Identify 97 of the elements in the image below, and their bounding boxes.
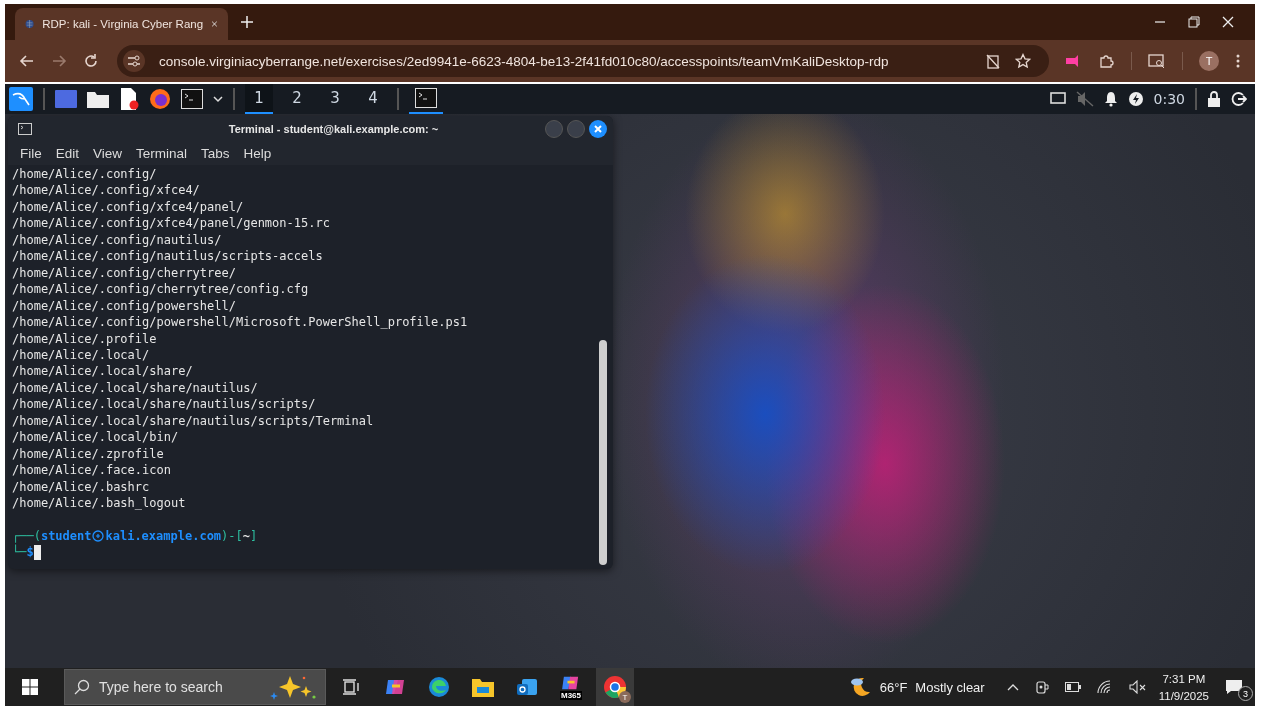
mail-app-icon: [516, 676, 538, 698]
profile-avatar[interactable]: T: [1199, 51, 1219, 71]
reload-icon[interactable]: [83, 53, 99, 69]
site-settings-icon[interactable]: [123, 50, 145, 72]
menu-item[interactable]: Tabs: [201, 146, 230, 161]
temperature-text: 66°F: [879, 679, 908, 695]
menu-item[interactable]: Terminal: [136, 146, 188, 161]
search-tab-icon[interactable]: [1148, 53, 1166, 69]
output-line: /home/Alice/.bashrc: [12, 478, 151, 496]
prompt-line: ┌──(: [12, 527, 41, 544]
menu-item[interactable]: File: [20, 146, 42, 161]
terminal-icon: [18, 123, 32, 135]
document-icon[interactable]: [119, 88, 139, 110]
output-line: /home/Alice/.config/: [12, 166, 158, 183]
url-text: console.virginiacyberrange.net/exercises/2ed9941e-6623-4804-be13-2f41fd010c80/accesspoints/teamVmKaliDesktop-rdp: [159, 53, 889, 69]
address-bar[interactable]: console.virginiacyberrange.net/exercises/2ed9941e-6623-4804-be13-2f41fd010c80/accesspoints/teamVmKaliDesktop-rdp: [117, 45, 1049, 77]
output-line: /home/Alice/.local/share/nautilus/scripts/: [12, 396, 317, 413]
new-tab-icon[interactable]: [240, 15, 254, 29]
app-label: M365: [560, 690, 582, 700]
output-line: /home/Alice/.config/nautilus/scripts-accels: [12, 248, 324, 265]
task-view-icon: [342, 679, 360, 695]
prompt-host: kali.example.com: [105, 527, 222, 544]
output-line: /home/Alice/.face.icon: [12, 462, 172, 479]
clock-date[interactable]: 11/9/2025: [1158, 687, 1209, 704]
close-icon[interactable]: [1221, 15, 1235, 29]
kali-menu-icon[interactable]: [9, 87, 33, 111]
output-line: /home/Alice/.local/share/: [12, 363, 194, 380]
forward-icon[interactable]: [51, 53, 67, 69]
puzzle-icon[interactable]: [1099, 53, 1115, 69]
prompt-bracket: ]: [250, 527, 258, 544]
window-title: Terminal - student@kali.example.com: ~: [227, 123, 440, 135]
folder-icon: [472, 677, 494, 697]
profile-avatar: T: [619, 691, 631, 703]
workspace-button[interactable]: 4: [359, 84, 387, 114]
notification-button[interactable]: 3: [1225, 673, 1251, 701]
restore-icon[interactable]: [1187, 15, 1201, 29]
menu-item[interactable]: View: [93, 146, 123, 161]
scrollbar-thumb[interactable]: [599, 340, 607, 565]
tab-title: RDP: kali - Virginia Cyber Rang: [42, 18, 204, 30]
workspace-button[interactable]: 2: [283, 84, 311, 114]
output-line: /home/Alice/.config/xfce4/panel/: [12, 198, 245, 216]
bell-icon[interactable]: [1103, 91, 1118, 107]
text-cursor: [33, 544, 41, 560]
output-line: /home/Alice/.local/share/nautilus/: [12, 379, 259, 397]
output-line: /home/Alice/.bash_logout: [12, 495, 187, 512]
output-line: /home/Alice/.config/xfce4/: [12, 182, 201, 199]
output-line: /home/Alice/.config/powershell/Microsoft.PowerShell_profile.ps1: [12, 314, 469, 331]
clipboard-off-icon[interactable]: [985, 53, 1001, 69]
star-icon[interactable]: [1015, 53, 1031, 69]
terminal-icon[interactable]: [181, 89, 203, 109]
prompt-symbol: $: [26, 543, 34, 561]
windows-start-icon[interactable]: [22, 679, 38, 695]
taskbar-app[interactable]: M365: [552, 668, 590, 706]
output-line: /home/Alice/.local/share/nautilus/scripts/Terminal: [12, 412, 375, 430]
output-line: /home/Alice/.config/xfce4/panel/genmon-15.rc: [12, 215, 331, 232]
chevron-up-icon[interactable]: [1006, 683, 1019, 691]
weather-condition: Mostly clear: [915, 679, 985, 695]
workspace-button[interactable]: 1: [245, 84, 273, 114]
battery-icon[interactable]: [1064, 682, 1081, 692]
firefox-icon[interactable]: [149, 88, 171, 110]
folder-icon[interactable]: [87, 90, 109, 108]
camera-icon[interactable]: [1034, 679, 1049, 695]
taskbar-app[interactable]: T: [596, 668, 634, 706]
menu-item[interactable]: Edit: [55, 146, 80, 161]
clock-time[interactable]: 7:31 PM: [1162, 670, 1206, 687]
edge-browser-icon: [428, 676, 450, 698]
more-icon[interactable]: [1235, 53, 1241, 69]
wifi-icon[interactable]: [1096, 680, 1113, 694]
output-line: /home/Alice/.local/bin/: [12, 429, 180, 446]
output-line: /home/Alice/.profile: [12, 330, 158, 347]
prompt-bracket: )-[: [221, 527, 243, 544]
chrome-icon: [603, 675, 627, 699]
kali-symbol-icon: [92, 529, 105, 542]
search-icon: [74, 679, 90, 695]
close-button[interactable]: [589, 120, 607, 138]
output-line: /home/Alice/.local/: [12, 347, 151, 364]
timer-text: 0:30: [1153, 91, 1185, 107]
chevron-down-icon[interactable]: [213, 94, 223, 104]
lock-icon[interactable]: [1207, 91, 1221, 107]
menu-item[interactable]: Help: [243, 146, 272, 161]
output-line: /home/Alice/.zprofile: [12, 445, 165, 463]
sparkle-icon: [270, 674, 318, 700]
workspace-button[interactable]: 3: [321, 84, 349, 114]
display-icon[interactable]: [1049, 92, 1066, 106]
prompt-directory: ~: [242, 527, 250, 544]
prompt-user: student: [40, 527, 92, 544]
back-icon[interactable]: [19, 53, 35, 69]
browser-tab[interactable]: RDP: kali - Virginia Cyber Rang: [15, 8, 228, 40]
prompt-line: └─: [12, 543, 27, 561]
output-line: /home/Alice/.config/nautilus/: [12, 231, 223, 249]
output-line: /home/Alice/.config/powershell/: [12, 297, 237, 315]
logout-icon[interactable]: [1231, 91, 1247, 107]
speaker-muted-icon[interactable]: [1128, 680, 1147, 694]
power-icon[interactable]: [1127, 91, 1144, 107]
search-field[interactable]: Type here to search: [64, 669, 326, 705]
output-line: /home/Alice/.config/cherrytree/config.cfg: [12, 281, 310, 298]
output-line: /home/Alice/.config/cherrytree/: [12, 264, 237, 282]
